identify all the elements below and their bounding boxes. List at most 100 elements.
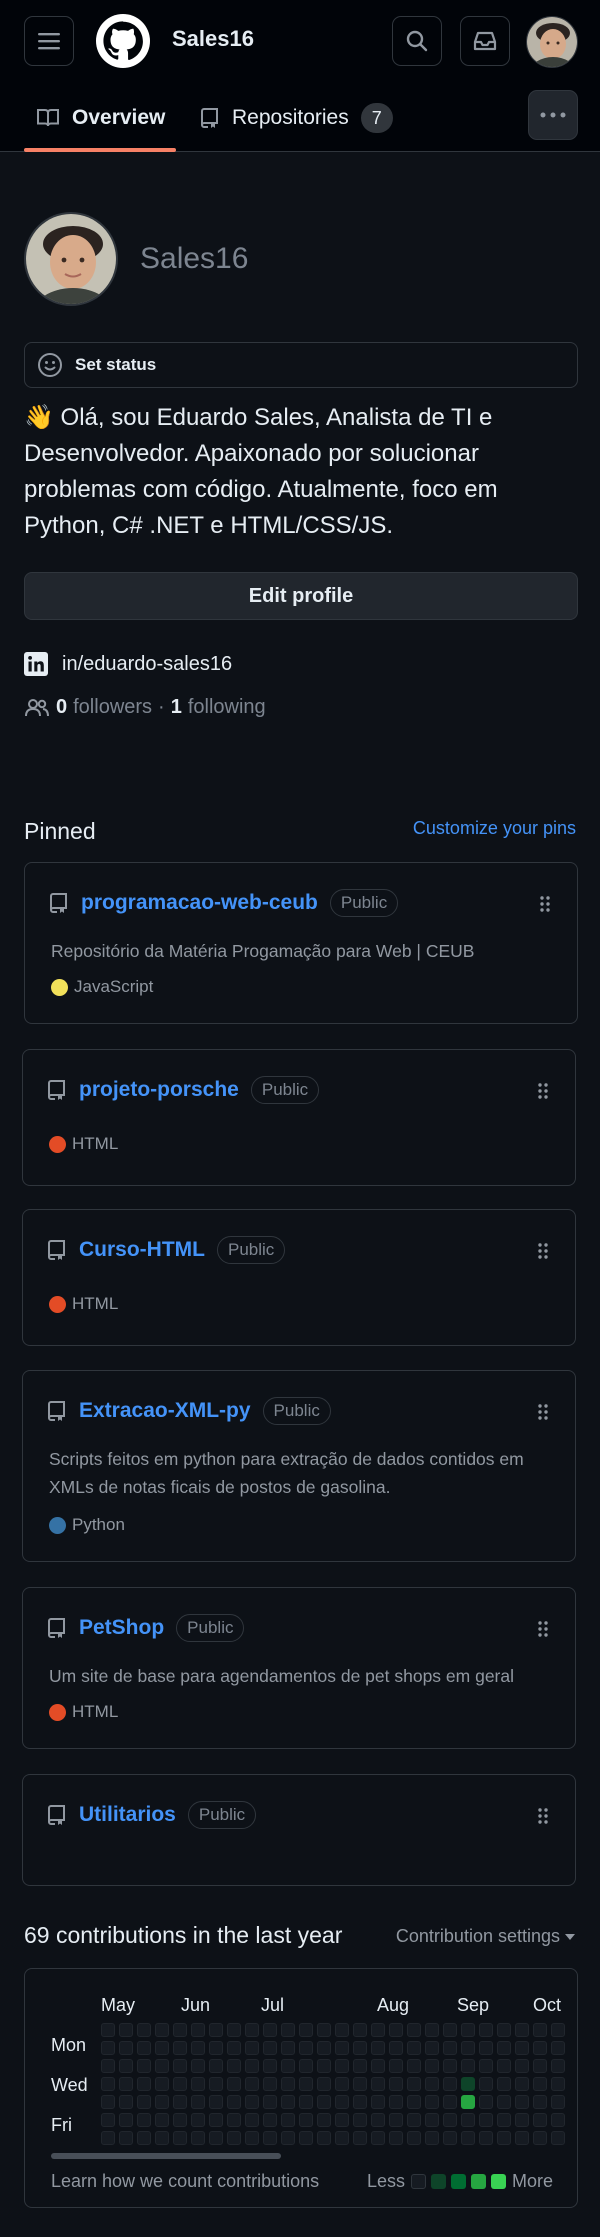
contribution-cell[interactable] (281, 2095, 295, 2109)
drag-handle-icon[interactable] (537, 1807, 549, 1825)
contribution-cell[interactable] (173, 2131, 187, 2145)
contribution-cell[interactable] (263, 2059, 277, 2073)
contribution-cell[interactable] (407, 2131, 421, 2145)
contribution-cell[interactable] (497, 2041, 511, 2055)
contribution-cell[interactable] (389, 2095, 403, 2109)
contribution-cell[interactable] (155, 2113, 169, 2127)
contribution-cell[interactable] (515, 2041, 529, 2055)
contribution-cell[interactable] (497, 2059, 511, 2073)
contribution-cell[interactable] (119, 2059, 133, 2073)
contribution-cell[interactable] (551, 2059, 565, 2073)
contribution-cell[interactable] (479, 2095, 493, 2109)
customize-pins-link[interactable]: Customize your pins (413, 818, 576, 839)
contribution-cell[interactable] (263, 2131, 277, 2145)
contribution-cell[interactable] (245, 2077, 259, 2091)
contribution-cell[interactable] (119, 2095, 133, 2109)
contribution-cell[interactable] (551, 2113, 565, 2127)
pinned-repo-card[interactable]: Extracao-XML-py Public Scripts feitos em p… (22, 1370, 576, 1562)
linkedin-link[interactable]: in/eduardo-sales16 (24, 652, 232, 676)
contribution-cell[interactable] (551, 2095, 565, 2109)
contribution-cell[interactable] (353, 2095, 367, 2109)
contribution-cell[interactable] (389, 2131, 403, 2145)
contribution-cell[interactable] (317, 2131, 331, 2145)
contribution-cell[interactable] (551, 2023, 565, 2037)
contribution-cell[interactable] (407, 2059, 421, 2073)
contribution-cell[interactable] (461, 2113, 475, 2127)
contribution-cell[interactable] (209, 2113, 223, 2127)
contribution-cell[interactable] (173, 2077, 187, 2091)
contribution-cell[interactable] (155, 2059, 169, 2073)
contribution-cell[interactable] (425, 2077, 439, 2091)
contribution-settings-button[interactable]: Contribution settings (396, 1926, 576, 1947)
contribution-cell[interactable] (245, 2113, 259, 2127)
contribution-cell[interactable] (281, 2023, 295, 2037)
contribution-cell[interactable] (389, 2113, 403, 2127)
contribution-cell[interactable] (245, 2131, 259, 2145)
contribution-cell[interactable] (263, 2041, 277, 2055)
contribution-cell[interactable] (479, 2077, 493, 2091)
contribution-cell[interactable] (137, 2113, 151, 2127)
contribution-cell[interactable] (317, 2041, 331, 2055)
contribution-cell[interactable] (155, 2023, 169, 2037)
contribution-cell[interactable] (101, 2077, 115, 2091)
contribution-cell[interactable] (299, 2131, 313, 2145)
contribution-cell[interactable] (497, 2023, 511, 2037)
contribution-cell[interactable] (101, 2095, 115, 2109)
contribution-cell[interactable] (137, 2041, 151, 2055)
contribution-cell[interactable] (407, 2023, 421, 2037)
contribution-cell[interactable] (299, 2059, 313, 2073)
contribution-cell[interactable] (119, 2023, 133, 2037)
contribution-cell[interactable] (407, 2041, 421, 2055)
contribution-cell[interactable] (335, 2131, 349, 2145)
contribution-cell[interactable] (335, 2077, 349, 2091)
contribution-cell[interactable] (533, 2131, 547, 2145)
contribution-cell[interactable] (461, 2059, 475, 2073)
contribution-cell[interactable] (443, 2077, 457, 2091)
contribution-cell[interactable] (119, 2077, 133, 2091)
contribution-cell[interactable] (137, 2023, 151, 2037)
contribution-cell[interactable] (371, 2077, 385, 2091)
pinned-repo-card[interactable]: programacao-web-ceub Public Repositório da… (24, 862, 578, 1024)
contribution-cell[interactable] (191, 2113, 205, 2127)
contribution-cell[interactable] (497, 2113, 511, 2127)
contribution-cell[interactable] (425, 2131, 439, 2145)
followers-count[interactable]: 0 (56, 696, 67, 719)
contribution-cell[interactable] (281, 2113, 295, 2127)
contribution-cell[interactable] (245, 2041, 259, 2055)
contribution-cell[interactable] (137, 2131, 151, 2145)
tab-overview[interactable]: Overview (36, 98, 165, 138)
contribution-cell[interactable] (389, 2059, 403, 2073)
contribution-cell[interactable] (443, 2041, 457, 2055)
contribution-cell[interactable] (515, 2077, 529, 2091)
contribution-cell[interactable] (515, 2059, 529, 2073)
contribution-cell[interactable] (119, 2113, 133, 2127)
contribution-cell[interactable] (533, 2059, 547, 2073)
contribution-cell[interactable] (299, 2041, 313, 2055)
contribution-cell[interactable] (407, 2077, 421, 2091)
contribution-cell[interactable] (173, 2113, 187, 2127)
contribution-cell[interactable] (155, 2095, 169, 2109)
contribution-cell[interactable] (209, 2077, 223, 2091)
contribution-cell[interactable] (299, 2113, 313, 2127)
contribution-cell[interactable] (281, 2077, 295, 2091)
contribution-cell[interactable] (245, 2023, 259, 2037)
contribution-cell[interactable] (155, 2041, 169, 2055)
contribution-cell[interactable] (101, 2059, 115, 2073)
drag-handle-icon[interactable] (539, 895, 551, 913)
contribution-cell[interactable] (443, 2023, 457, 2037)
contribution-cell[interactable] (335, 2113, 349, 2127)
contribution-cell[interactable] (209, 2041, 223, 2055)
drag-handle-icon[interactable] (537, 1242, 549, 1260)
contribution-cell[interactable] (317, 2023, 331, 2037)
contribution-cell[interactable] (479, 2113, 493, 2127)
contribution-cell[interactable] (533, 2095, 547, 2109)
contribution-cell[interactable] (101, 2131, 115, 2145)
contribution-cell[interactable] (461, 2077, 475, 2091)
contribution-cell[interactable] (191, 2059, 205, 2073)
drag-handle-icon[interactable] (537, 1082, 549, 1100)
contribution-cell[interactable] (461, 2041, 475, 2055)
contribution-cell[interactable] (191, 2041, 205, 2055)
contribution-cell[interactable] (551, 2077, 565, 2091)
contribution-cell[interactable] (533, 2077, 547, 2091)
contribution-cell[interactable] (227, 2059, 241, 2073)
